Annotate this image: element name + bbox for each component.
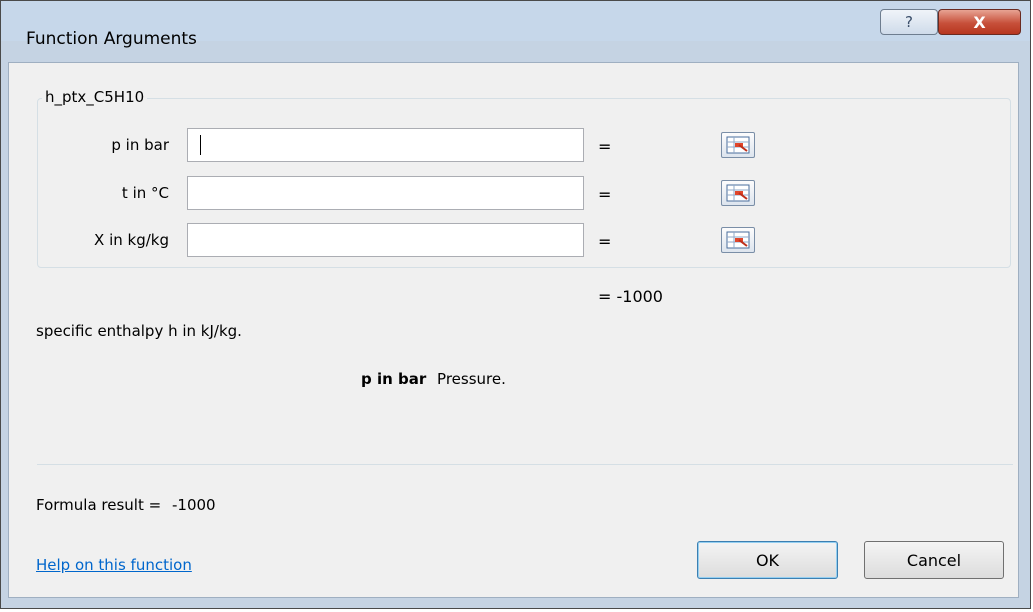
cancel-button-label: Cancel (906, 550, 962, 570)
active-argument-description: Pressure. (437, 370, 506, 388)
function-name: h_ptx_C5H10 (42, 88, 148, 106)
ok-button[interactable]: OK (697, 541, 838, 579)
active-argument-help: p in bar Pressure. (361, 370, 506, 388)
arg-label-x: X in kg/kg (94, 231, 169, 249)
formula-result-value: -1000 (171, 496, 216, 514)
range-select-icon (726, 136, 750, 154)
help-on-function-link[interactable]: Help on this function (36, 556, 192, 574)
arg-label-t: t in °C (121, 184, 169, 202)
formula-result: Formula result = -1000 (36, 496, 216, 514)
arg-result-x: = (598, 232, 612, 251)
arg-input-x[interactable] (187, 223, 755, 257)
title-bar[interactable]: Function Arguments ? X (1, 1, 1030, 49)
question-mark-icon: ? (905, 13, 913, 31)
arg-input-t[interactable] (187, 176, 755, 210)
dialog-title: Function Arguments (26, 29, 197, 49)
divider (37, 464, 1013, 465)
range-select-icon (726, 184, 750, 202)
arg-result-t: = (598, 185, 612, 204)
formula-result-label: Formula result = (36, 496, 162, 514)
range-select-icon (726, 231, 750, 249)
close-button[interactable]: X (938, 9, 1021, 35)
function-result: = -1000 (598, 287, 663, 306)
cancel-button[interactable]: Cancel (864, 541, 1004, 579)
help-button[interactable]: ? (880, 9, 938, 35)
function-description: specific enthalpy h in kJ/kg. (36, 322, 242, 340)
collapse-dialog-button-x[interactable] (721, 227, 755, 253)
close-icon: X (973, 12, 986, 32)
collapse-dialog-button-p[interactable] (721, 132, 755, 158)
collapse-dialog-button-t[interactable] (721, 180, 755, 206)
text-caret (200, 135, 201, 155)
active-argument-name: p in bar (361, 370, 427, 388)
arg-input-p[interactable] (187, 128, 755, 162)
ok-button-label: OK (755, 550, 780, 570)
arg-label-p: p in bar (111, 136, 169, 154)
arg-result-p: = (598, 137, 612, 156)
